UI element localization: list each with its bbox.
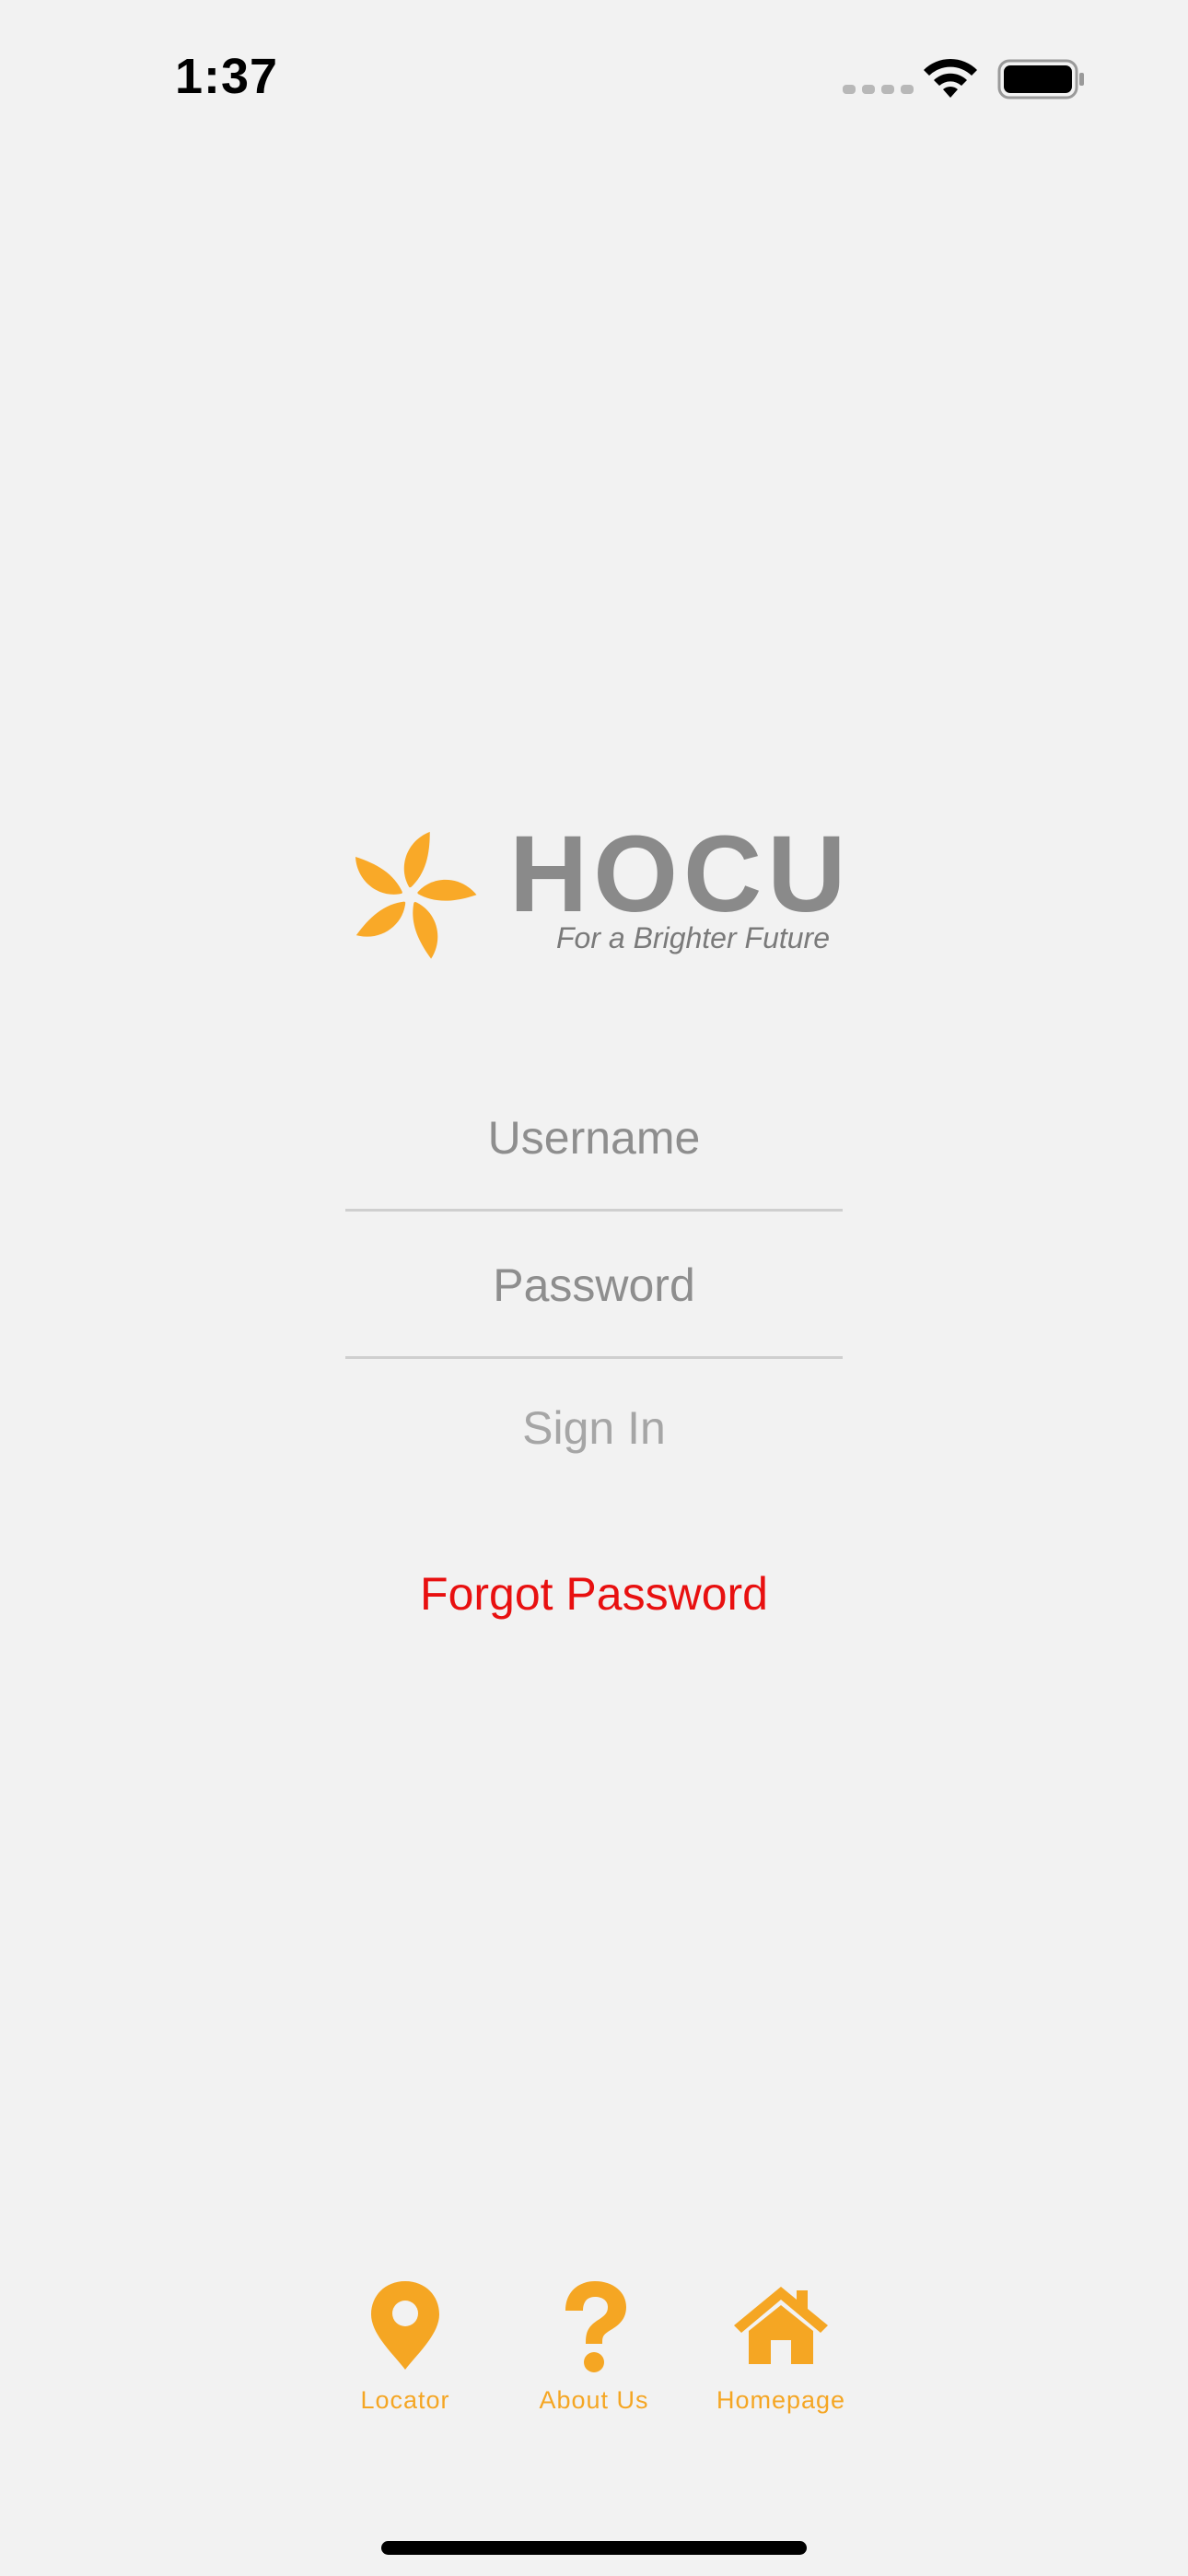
battery-icon: [997, 59, 1084, 100]
tab-label-locator: Locator: [360, 2386, 450, 2414]
logo-tagline: For a Brighter Future: [556, 921, 830, 954]
forgot-password-button[interactable]: Forgot Password: [345, 1548, 843, 1640]
tab-locator[interactable]: Locator: [313, 2266, 497, 2432]
tab-about-us[interactable]: About Us: [502, 2266, 686, 2432]
tab-label-about-us: About Us: [539, 2386, 649, 2414]
tab-homepage[interactable]: Homepage: [689, 2266, 873, 2432]
status-time: 1:37: [175, 49, 279, 104]
username-input[interactable]: [345, 1087, 843, 1188]
map-pin-icon: [371, 2281, 439, 2370]
home-indicator[interactable]: [381, 2541, 807, 2555]
question-mark-icon: [565, 2281, 626, 2372]
status-bar: 1:37: [0, 0, 1188, 166]
password-input[interactable]: [345, 1235, 843, 1336]
login-form: [345, 1087, 843, 1382]
tab-label-homepage: Homepage: [716, 2386, 846, 2414]
cellular-signal-icon: [843, 85, 914, 94]
home-icon: [734, 2287, 828, 2364]
bottom-tab-bar: Locator About Us Homepage: [0, 2266, 1188, 2432]
password-field-container: [345, 1235, 843, 1359]
sign-in-button[interactable]: Sign In: [345, 1382, 843, 1474]
logo-wordmark: HOCU: [509, 814, 852, 935]
flower-logo-icon: [355, 831, 477, 959]
hocu-logo: HOCU For a Brighter Future: [339, 820, 855, 967]
username-field-container: [345, 1087, 843, 1212]
wifi-icon: [924, 58, 977, 98]
